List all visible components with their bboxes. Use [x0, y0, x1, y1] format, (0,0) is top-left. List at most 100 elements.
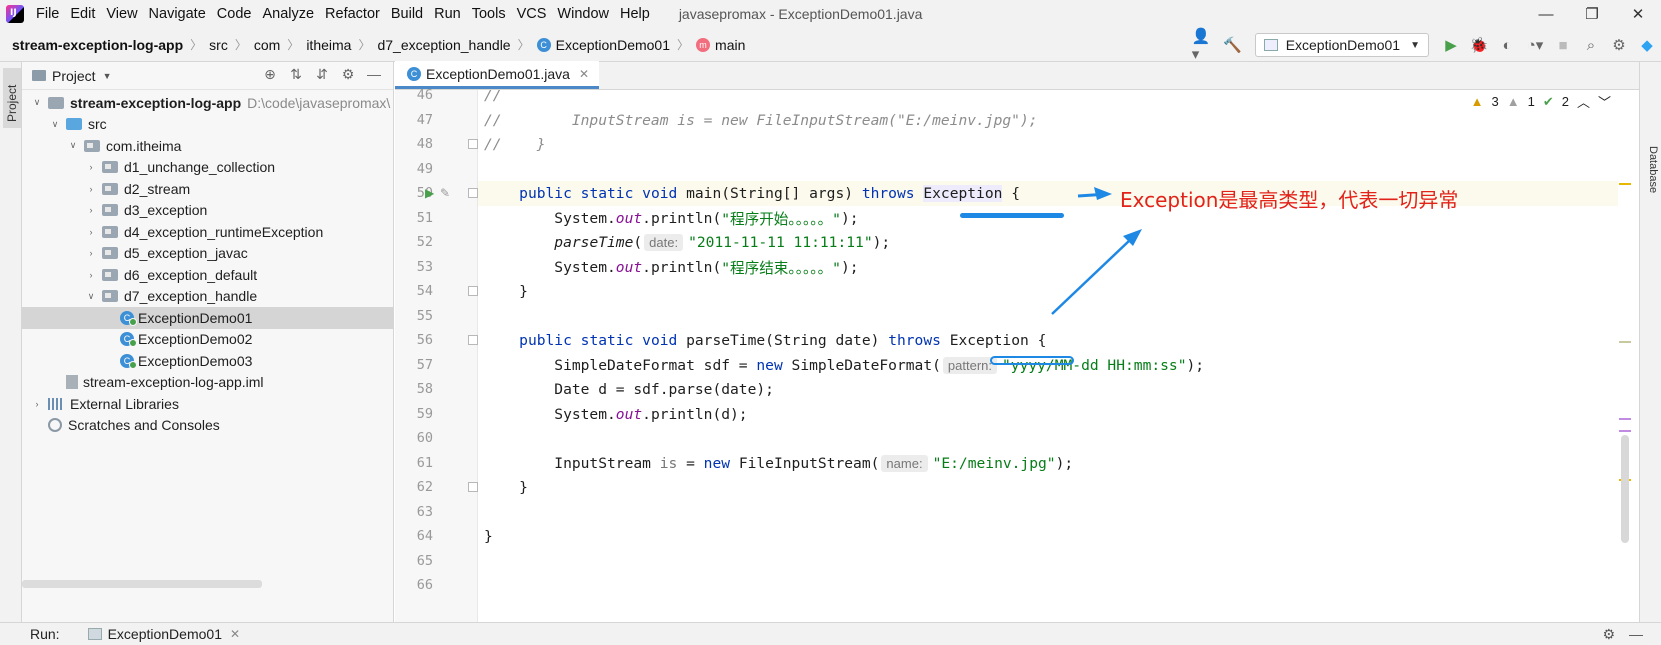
chevron-right-icon[interactable]: ›: [84, 162, 98, 172]
code-line[interactable]: [478, 549, 1618, 574]
breadcrumb-class[interactable]: C ExceptionDemo01: [536, 37, 670, 53]
tree-item[interactable]: stream-exception-log-app.iml: [22, 372, 394, 394]
tree-item[interactable]: Scratches and Consoles: [22, 415, 394, 437]
menu-navigate[interactable]: Navigate: [149, 6, 206, 22]
chevron-right-icon[interactable]: ›: [30, 399, 44, 409]
chevron-right-icon[interactable]: ›: [84, 270, 98, 280]
chevron-right-icon[interactable]: ›: [84, 248, 98, 258]
user-icon[interactable]: 👤▾: [1192, 28, 1218, 63]
tree-item[interactable]: ∨ com.itheima: [22, 135, 394, 157]
menu-tools[interactable]: Tools: [472, 6, 506, 22]
menu-window[interactable]: Window: [557, 6, 609, 22]
run-gutter-icon[interactable]: ▶: [425, 186, 434, 200]
close-tab-icon[interactable]: ✕: [579, 67, 589, 81]
tree-item[interactable]: › d4_exception_runtimeException: [22, 221, 394, 243]
edit-gutter-icon[interactable]: ✎: [440, 186, 450, 200]
chevron-down-icon[interactable]: ∨: [84, 291, 98, 302]
code-line[interactable]: }: [478, 279, 1618, 304]
usage-mark[interactable]: [1619, 430, 1631, 432]
fold-marker-icon[interactable]: [468, 188, 478, 198]
database-tool-window-button[interactable]: Database: [1647, 146, 1659, 193]
tree-item[interactable]: C ExceptionDemo03: [22, 350, 394, 372]
tree-item[interactable]: ∨ src: [22, 114, 394, 136]
tree-item[interactable]: › External Libraries: [22, 393, 394, 415]
coverage-icon[interactable]: ◐: [1494, 33, 1520, 57]
gear-icon[interactable]: ⚙: [1606, 33, 1632, 57]
breadcrumb-project[interactable]: stream-exception-log-app: [12, 37, 183, 53]
menu-vcs[interactable]: VCS: [517, 6, 547, 22]
usage-mark[interactable]: [1619, 418, 1631, 420]
breadcrumb-package[interactable]: d7_exception_handle: [377, 37, 510, 53]
hide-icon[interactable]: —: [361, 66, 387, 83]
menu-code[interactable]: Code: [217, 6, 252, 22]
fold-marker-icon[interactable]: [468, 286, 478, 296]
restore-button[interactable]: ❐: [1569, 0, 1615, 28]
horizontal-scrollbar[interactable]: [22, 580, 262, 588]
code-line[interactable]: [478, 573, 1618, 598]
project-tool-window-button[interactable]: Project: [3, 68, 21, 128]
tree-item[interactable]: › d6_exception_default: [22, 264, 394, 286]
tree-item[interactable]: › d1_unchange_collection: [22, 157, 394, 179]
code-line[interactable]: // InputStream is = new FileInputStream(…: [478, 108, 1618, 133]
error-stripe[interactable]: [1617, 90, 1631, 622]
chevron-right-icon[interactable]: ›: [84, 184, 98, 194]
debug-icon[interactable]: 🐞: [1466, 33, 1492, 57]
minimize-button[interactable]: —: [1523, 0, 1569, 28]
breadcrumb-src[interactable]: src: [209, 37, 228, 53]
close-icon[interactable]: ✕: [230, 627, 240, 641]
tree-item[interactable]: ∨ d7_exception_handle: [22, 286, 394, 308]
tree-item[interactable]: C ExceptionDemo02: [22, 329, 394, 351]
breadcrumb-method[interactable]: m main: [696, 37, 745, 53]
menu-analyze[interactable]: Analyze: [262, 6, 314, 22]
collapse-all-icon[interactable]: ⇵: [309, 66, 335, 83]
jetbrains-toolbox-icon[interactable]: ◆: [1634, 33, 1660, 57]
close-window-button[interactable]: ✕: [1615, 0, 1661, 28]
tree-item[interactable]: ∨ stream-exception-log-app D:\code\javasep…: [22, 92, 394, 114]
chevron-down-icon[interactable]: ∨: [66, 140, 80, 151]
code-line[interactable]: Date d = sdf.parse(date);: [478, 377, 1618, 402]
hide-icon[interactable]: —: [1629, 626, 1643, 643]
code-line[interactable]: public static void parseTime(String date…: [478, 328, 1618, 353]
gear-icon[interactable]: ⚙: [1602, 626, 1615, 643]
menu-refactor[interactable]: Refactor: [325, 6, 380, 22]
tree-item[interactable]: C ExceptionDemo01: [22, 307, 394, 329]
chevron-right-icon[interactable]: ›: [84, 227, 98, 237]
menu-file[interactable]: File: [36, 6, 59, 22]
run-configuration-dropdown[interactable]: ExceptionDemo01 ▼: [1254, 33, 1429, 57]
code-line[interactable]: System. out .println(d);: [478, 402, 1618, 427]
code-line[interactable]: // }: [478, 132, 1618, 157]
chevron-down-icon[interactable]: ▼: [103, 71, 112, 81]
tree-item[interactable]: › d2_stream: [22, 178, 394, 200]
gear-icon[interactable]: ⚙: [335, 66, 361, 83]
warning-mark[interactable]: [1619, 183, 1631, 185]
code-line[interactable]: System. out .println("程序结束。。。。。");: [478, 255, 1618, 280]
menu-build[interactable]: Build: [391, 6, 423, 22]
menu-view[interactable]: View: [106, 6, 137, 22]
code-line[interactable]: [478, 157, 1618, 182]
code-line[interactable]: [478, 426, 1618, 451]
vertical-scrollbar-thumb[interactable]: [1621, 435, 1629, 543]
fold-marker-icon[interactable]: [468, 482, 478, 492]
menu-run[interactable]: Run: [434, 6, 461, 22]
fold-marker-icon[interactable]: [468, 335, 478, 345]
breadcrumb-itheima[interactable]: itheima: [306, 37, 351, 53]
fold-marker-icon[interactable]: [468, 139, 478, 149]
code-line[interactable]: InputStream is = new FileInputStream(nam…: [478, 451, 1618, 476]
run-icon[interactable]: ▶: [1438, 33, 1464, 57]
code-line[interactable]: [478, 304, 1618, 329]
menu-edit[interactable]: Edit: [70, 6, 95, 22]
chevron-right-icon[interactable]: ›: [84, 205, 98, 215]
menu-help[interactable]: Help: [620, 6, 650, 22]
chevron-down-icon[interactable]: ∨: [48, 119, 62, 130]
code-line[interactable]: }: [478, 475, 1618, 500]
breadcrumb-com[interactable]: com: [254, 37, 280, 53]
code-line[interactable]: }: [478, 524, 1618, 549]
chevron-down-icon[interactable]: ∨: [30, 97, 44, 108]
code-line[interactable]: //: [478, 90, 1618, 108]
run-tab[interactable]: ExceptionDemo01 ✕: [87, 626, 240, 642]
profile-icon[interactable]: ◔▾: [1522, 33, 1548, 57]
code-line[interactable]: [478, 500, 1618, 525]
code-line[interactable]: parseTime(date: "2011-11-11 11:11:11");: [478, 230, 1618, 255]
stop-icon[interactable]: ■: [1550, 33, 1576, 57]
annotation-mark[interactable]: [1619, 341, 1631, 343]
